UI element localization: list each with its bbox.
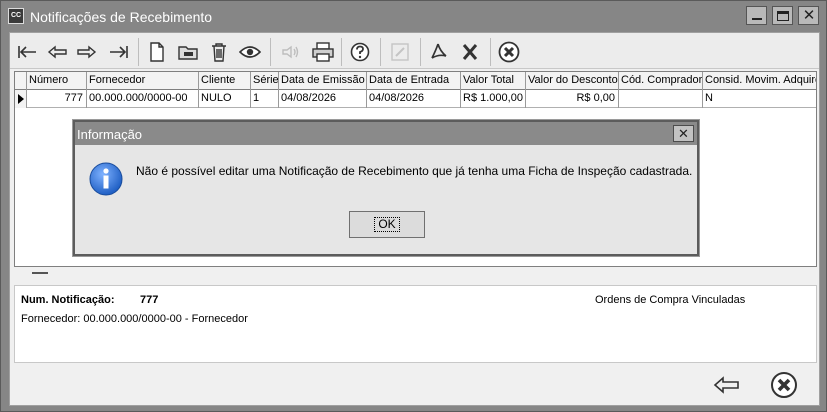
supplier-text: Fornecedor: 00.000.000/0000-00 - Fornece… xyxy=(21,313,248,325)
table-cell[interactable]: 1 xyxy=(251,90,279,108)
details-panel: Num. Notificação: 777 Ordens de Compra V… xyxy=(14,285,817,363)
first-arrow-icon xyxy=(18,46,36,58)
table-cell[interactable] xyxy=(619,90,703,108)
info-icon xyxy=(89,162,123,196)
table-cell[interactable]: NULO xyxy=(199,90,251,108)
new-button[interactable] xyxy=(144,39,170,65)
back-arrow-icon xyxy=(713,376,739,394)
window-titlebar[interactable]: CC Notificações de Recebimento ✕ xyxy=(1,1,826,32)
dialog-message: Não é possível editar uma Notificação de… xyxy=(136,164,693,178)
first-record-button[interactable] xyxy=(14,39,40,65)
edit-disabled-button[interactable] xyxy=(387,39,413,65)
notification-number-label: Num. Notificação: xyxy=(21,294,115,306)
table-row[interactable]: 777 00.000.000/0000-00 NULO 1 04/08/2026… xyxy=(15,90,816,108)
pencil-icon xyxy=(391,43,409,61)
cancel-button[interactable] xyxy=(496,39,522,65)
ok-button[interactable]: OK xyxy=(349,211,425,238)
column-header[interactable]: Série xyxy=(251,72,279,90)
view-button[interactable] xyxy=(237,39,263,65)
notification-number-value: 777 xyxy=(140,294,159,306)
left-arrow-icon xyxy=(47,45,67,59)
excel-button[interactable] xyxy=(457,39,483,65)
toolbar xyxy=(10,33,819,69)
next-record-button[interactable] xyxy=(74,39,100,65)
minimize-icon xyxy=(752,18,762,20)
toolbar-separator xyxy=(341,38,342,66)
maximize-button[interactable] xyxy=(772,6,793,25)
info-dialog: Informação ✕ Não é possível editar uma N… xyxy=(73,120,699,256)
column-header[interactable]: Número xyxy=(27,72,87,90)
splitter[interactable] xyxy=(14,268,817,282)
cancel-circle-icon xyxy=(771,372,797,398)
grid-header: Número Fornecedor Cliente Série Data de … xyxy=(15,72,816,90)
print-button[interactable] xyxy=(310,39,336,65)
help-icon xyxy=(350,42,370,62)
linked-orders-label: Ordens de Compra Vinculadas xyxy=(595,294,746,306)
toolbar-separator xyxy=(380,38,381,66)
toolbar-separator xyxy=(138,38,139,66)
previous-record-button[interactable] xyxy=(44,39,70,65)
exit-button[interactable] xyxy=(768,371,800,399)
table-cell[interactable]: N xyxy=(703,90,816,108)
back-button[interactable] xyxy=(710,371,742,399)
table-cell[interactable]: 00.000.000/0000-00 xyxy=(87,90,199,108)
table-cell[interactable]: 777 xyxy=(27,90,87,108)
new-document-icon xyxy=(150,42,164,62)
toolbar-separator xyxy=(420,38,421,66)
column-header[interactable]: Data de Emissão xyxy=(279,72,367,90)
pdf-icon xyxy=(431,43,447,59)
column-header[interactable]: Consid. Movim. Adquire xyxy=(703,72,816,90)
grid-indicator-header xyxy=(15,72,27,90)
table-cell[interactable]: 04/08/2026 xyxy=(279,90,367,108)
eye-icon xyxy=(239,46,261,58)
column-header[interactable]: Cód. Comprador xyxy=(619,72,703,90)
sound-button[interactable] xyxy=(278,39,304,65)
speaker-icon xyxy=(282,45,299,59)
app-icon: CC xyxy=(8,8,24,24)
edit-folder-button[interactable] xyxy=(175,39,201,65)
pdf-button[interactable] xyxy=(426,39,452,65)
cancel-circle-icon xyxy=(498,41,520,63)
help-button[interactable] xyxy=(347,39,373,65)
row-pointer-icon xyxy=(18,94,24,104)
toolbar-separator xyxy=(270,38,271,66)
dialog-title: Informação xyxy=(77,127,143,142)
right-arrow-icon xyxy=(77,45,97,59)
table-cell[interactable]: R$ 0,00 xyxy=(526,90,619,108)
toolbar-separator xyxy=(490,38,491,66)
column-header[interactable]: Fornecedor xyxy=(87,72,199,90)
edit-folder-icon xyxy=(178,46,198,60)
splitter-handle-icon xyxy=(32,272,48,274)
row-indicator xyxy=(15,90,27,108)
close-icon: ✕ xyxy=(802,7,816,24)
dialog-close-button[interactable]: ✕ xyxy=(673,125,694,142)
ok-button-label: OK xyxy=(374,217,400,232)
column-header[interactable]: Valor do Desconto xyxy=(526,72,619,90)
column-header[interactable]: Cliente xyxy=(199,72,251,90)
window-title: Notificações de Recebimento xyxy=(30,9,213,25)
column-header[interactable]: Data de Entrada xyxy=(367,72,461,90)
table-cell[interactable]: 04/08/2026 xyxy=(367,90,461,108)
delete-button[interactable] xyxy=(206,39,232,65)
dialog-titlebar[interactable]: Informação ✕ xyxy=(75,122,697,145)
trash-icon xyxy=(212,43,226,62)
excel-icon xyxy=(462,44,478,60)
minimize-button[interactable] xyxy=(746,6,767,25)
printer-icon xyxy=(312,42,334,62)
table-cell[interactable]: R$ 1.000,00 xyxy=(461,90,526,108)
maximize-icon xyxy=(777,11,789,21)
last-record-button[interactable] xyxy=(106,39,132,65)
last-arrow-icon xyxy=(110,46,128,58)
column-header[interactable]: Valor Total xyxy=(461,72,526,90)
close-window-button[interactable]: ✕ xyxy=(798,6,819,25)
